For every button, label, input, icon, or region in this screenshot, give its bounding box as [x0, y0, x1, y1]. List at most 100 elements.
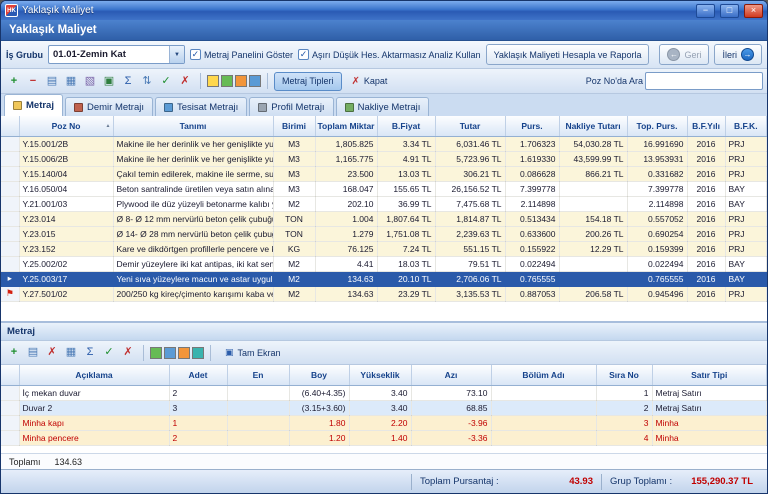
sort-icon[interactable]: ⇅: [138, 72, 156, 90]
cell-yukseklik: 1.40: [349, 430, 411, 445]
cell-bfk: PRJ: [725, 136, 767, 151]
table-row[interactable]: Y.16.050/04Beton santralinde üretilen ve…: [1, 181, 767, 196]
cancel-icon[interactable]: ✗: [119, 344, 137, 362]
teal-swatch-icon[interactable]: [192, 347, 204, 359]
cell-nakliye-tutari: [559, 181, 627, 196]
sum-icon[interactable]: Σ: [81, 344, 99, 362]
ileri-button[interactable]: İleri →: [714, 44, 762, 65]
tab-tesisat-metraji[interactable]: Tesisat Metrajı: [155, 97, 247, 116]
cell-toplam-miktar: 1.279: [315, 226, 377, 241]
metraj-tipleri-button[interactable]: Metraj Tipleri: [274, 72, 342, 91]
tab-nakliye-metraji[interactable]: Nakliye Metrajı: [336, 97, 430, 116]
grid-icon[interactable]: ▦: [62, 72, 80, 90]
column-header-bf-yili[interactable]: B.F.Yılı: [687, 116, 725, 136]
column-header-tanimi[interactable]: Tanımı: [113, 116, 273, 136]
table-row[interactable]: Y.21.001/03Plywood ile düz yüzeyli beton…: [1, 196, 767, 211]
column-header-satir-tipi[interactable]: Satır Tipi: [652, 365, 767, 385]
hesapla-raporla-button[interactable]: Yaklaşık Maliyeti Hesapla ve Raporla: [486, 44, 650, 65]
cell-azi: -3.36: [411, 430, 491, 445]
main-grid-head-row: Poz No▲TanımıBirimiToplam MiktarB.FiyatT…: [1, 116, 767, 136]
metraj-panel: Metraj +▤✗▦Σ✓✗ ▣ Tam Ekran AçıklamaAdetE…: [1, 321, 767, 469]
close-button[interactable]: ×: [744, 4, 763, 18]
table-row[interactable]: Y.15.006/2BMakine ile her derinlik ve he…: [1, 151, 767, 166]
column-header-azi[interactable]: Azı: [411, 365, 491, 385]
delete-icon[interactable]: −: [24, 72, 42, 90]
profil-metraji-tab-icon: [258, 103, 267, 112]
table-row[interactable]: Y.25.002/02Demir yüzeylere iki kat antip…: [1, 256, 767, 271]
grid-edit-icon[interactable]: ▤: [24, 344, 42, 362]
column-header-top-purs[interactable]: Top. Purs.: [627, 116, 687, 136]
table-row[interactable]: Y.15.140/04Çakıl temin edilerek, makine …: [1, 166, 767, 181]
yellow-swatch-icon[interactable]: [207, 75, 219, 87]
tab-profil-metraji[interactable]: Profil Metrajı: [249, 97, 333, 116]
orange-swatch-icon[interactable]: [235, 75, 247, 87]
column-header-poz-no[interactable]: Poz No▲: [19, 116, 113, 136]
cancel-icon[interactable]: ✗: [176, 72, 194, 90]
table-row[interactable]: Y.23.014Ø 8- Ø 12 mm nervürlü beton çeli…: [1, 211, 767, 226]
cell-tutar: 7,475.68 TL: [435, 196, 505, 211]
apply-icon[interactable]: ✓: [100, 344, 118, 362]
add-icon[interactable]: +: [5, 72, 23, 90]
metraj-paneli-checkbox-label: Metraj Panelini Göster: [204, 50, 293, 60]
column-header-bfk[interactable]: B.F.K.: [725, 116, 767, 136]
column-header-tutar[interactable]: Tutar: [435, 116, 505, 136]
column-header-birimi[interactable]: Birimi: [273, 116, 315, 136]
table-row[interactable]: ▸Y.25.003/17Yeni sıva yüzeylere macun ve…: [1, 271, 767, 286]
cell-sira-no: 3: [596, 415, 652, 430]
apply-icon[interactable]: ✓: [157, 72, 175, 90]
delete-row-icon[interactable]: ✗: [43, 344, 61, 362]
kapat-button[interactable]: ✗ Kapat: [344, 71, 396, 92]
metraj-paneli-checkbox[interactable]: ✓ Metraj Panelini Göster: [190, 49, 293, 60]
column-header-yukseklik[interactable]: Yükseklik: [349, 365, 411, 385]
table-row[interactable]: Y.15.001/2BMakine ile her derinlik ve he…: [1, 136, 767, 151]
asiri-dusuk-checkbox[interactable]: ✓ Aşırı Düşük Hes. Aktarmasız Analiz Kul…: [298, 49, 481, 60]
poz-no-search-input[interactable]: [645, 72, 763, 90]
green-swatch-icon[interactable]: [221, 75, 233, 87]
cell-nakliye-tutari: 206.58 TL: [559, 286, 627, 301]
column-header-b-fiyat[interactable]: B.Fiyat: [377, 116, 435, 136]
cell-bfk: BAY: [725, 181, 767, 196]
export-excel-icon[interactable]: ▣: [100, 72, 118, 90]
table-row[interactable]: Y.23.152Kare ve dikdörtgen profillerle p…: [1, 241, 767, 256]
cell-bolum-adi: [491, 400, 596, 415]
table-row[interactable]: Y.23.015Ø 14- Ø 28 mm nervürlü beton çel…: [1, 226, 767, 241]
is-grubu-combobox[interactable]: 01.01-Zemin Kat ▼: [48, 45, 185, 64]
column-header-purs[interactable]: Purs.: [505, 116, 559, 136]
copy-icon[interactable]: ▤: [43, 72, 61, 90]
column-header-en[interactable]: En: [227, 365, 289, 385]
cell-poz-no: Y.15.140/04: [19, 166, 113, 181]
sum-icon[interactable]: Σ: [119, 72, 137, 90]
cell-boy: 1.20: [289, 430, 349, 445]
cell-birimi: M3: [273, 151, 315, 166]
column-header-bolum-adi[interactable]: Bölüm Adı: [491, 365, 596, 385]
tab-metraj[interactable]: Metraj: [4, 94, 63, 116]
table-row[interactable]: İç mekan duvar2(6.40+4.35)3.4073.101Metr…: [1, 385, 767, 400]
cell-poz-no: Y.27.501/02: [19, 286, 113, 301]
orange-swatch-icon[interactable]: [178, 347, 190, 359]
tam-ekran-button[interactable]: ▣ Tam Ekran: [217, 342, 289, 363]
table-row[interactable]: Minha kapı11.802.20-3.963Minha: [1, 415, 767, 430]
cell-toplam-miktar: 76.125: [315, 241, 377, 256]
blue-swatch-icon[interactable]: [164, 347, 176, 359]
column-header-sira-no[interactable]: Sıra No: [596, 365, 652, 385]
tab-demir-metraji[interactable]: Demir Metrajı: [65, 97, 153, 116]
column-header-nakliye-tutari[interactable]: Nakliye Tutarı: [559, 116, 627, 136]
blue-swatch-icon[interactable]: [249, 75, 261, 87]
table-row[interactable]: Duvar 23(3.15+3.60)3.4068.852Metraj Satı…: [1, 400, 767, 415]
column-header-boy[interactable]: Boy: [289, 365, 349, 385]
geri-button[interactable]: ← Geri: [659, 44, 709, 65]
green-swatch-icon[interactable]: [150, 347, 162, 359]
table-row[interactable]: Minha pencere21.201.40-3.364Minha: [1, 430, 767, 445]
cell-b-fiyat: 7.24 TL: [377, 241, 435, 256]
table-row[interactable]: ⚑Y.27.501/02200/250 kg kireç/çimento kar…: [1, 286, 767, 301]
column-header-toplam-miktar[interactable]: Toplam Miktar: [315, 116, 377, 136]
column-header-adet[interactable]: Adet: [169, 365, 227, 385]
maximize-button[interactable]: □: [720, 4, 739, 18]
copy-row-icon[interactable]: ▦: [62, 344, 80, 362]
add-row-icon[interactable]: +: [5, 344, 23, 362]
cell-top-purs: 16.991690: [627, 136, 687, 151]
column-header-aciklama[interactable]: Açıklama: [19, 365, 169, 385]
minimize-button[interactable]: −: [696, 4, 715, 18]
analysis-icon[interactable]: ▧: [81, 72, 99, 90]
chevron-down-icon[interactable]: ▼: [169, 46, 184, 63]
